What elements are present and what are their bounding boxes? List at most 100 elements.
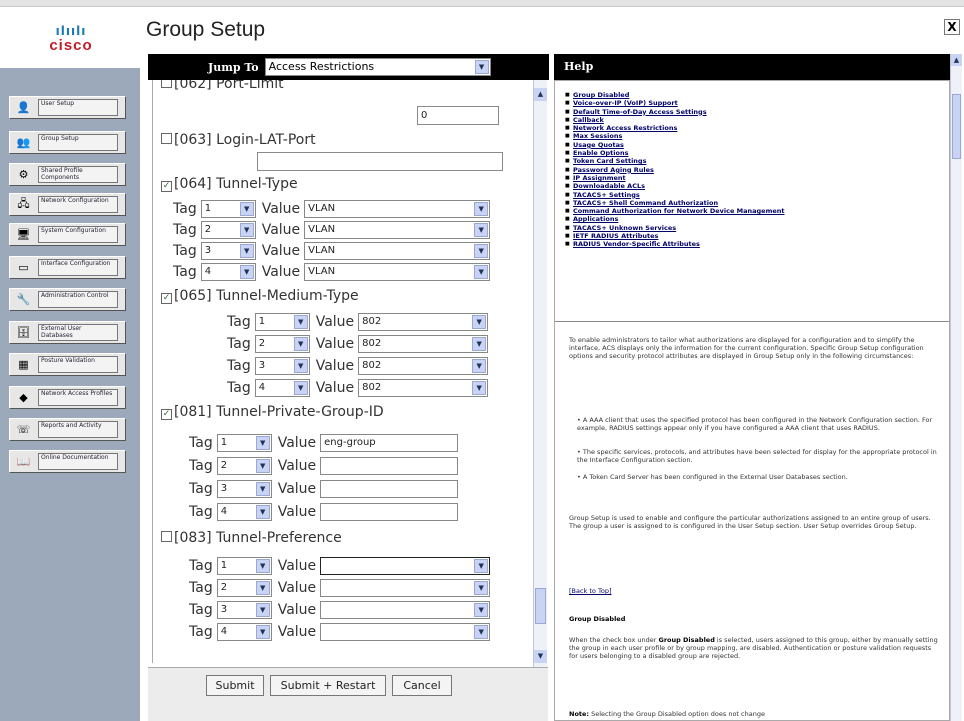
value-input[interactable] (320, 457, 459, 475)
chevron-down-icon[interactable]: ▼ (255, 436, 270, 450)
nav-posture[interactable]: ▦ Posture Validation (9, 353, 126, 376)
tag-select[interactable]: 2 ▼ (254, 335, 310, 353)
help-link[interactable]: Callback (565, 116, 945, 125)
value-input[interactable] (320, 503, 459, 521)
nav-network-config[interactable]: 🖧 Network Configuration (9, 193, 126, 216)
tag-select[interactable]: 1 ▼ (254, 313, 310, 331)
chevron-down-icon[interactable]: ▼ (255, 603, 270, 617)
chevron-down-icon[interactable]: ▼ (474, 202, 489, 216)
chevron-down-icon[interactable]: ▼ (472, 381, 487, 395)
value-select[interactable]: VLAN ▼ (304, 221, 491, 239)
nav-admin-control[interactable]: 🔧 Administration Control (9, 288, 126, 311)
chevron-down-icon[interactable]: ▼ (255, 559, 270, 573)
cancel-button[interactable]: Cancel (392, 675, 452, 696)
value-select[interactable]: ▼ (320, 579, 491, 597)
tag-select[interactable]: 2 ▼ (216, 457, 272, 475)
chevron-down-icon[interactable]: ▼ (255, 625, 270, 639)
value-select[interactable]: ▼ (320, 557, 491, 575)
help-link[interactable]: Password Aging Rules (565, 166, 945, 175)
port-limit-checkbox[interactable] (161, 80, 172, 88)
chevron-down-icon[interactable]: ▼ (293, 337, 308, 351)
help-link[interactable]: IP Assignment (565, 174, 945, 183)
help-scrollbar[interactable]: ▲ (950, 54, 962, 721)
jump-select[interactable]: Access Restrictions ▼ (264, 58, 491, 76)
chevron-down-icon[interactable]: ▼ (255, 482, 270, 496)
back-to-top-link[interactable]: [Back to Top] (569, 587, 941, 596)
value-select[interactable]: 802 ▼ (358, 379, 489, 397)
help-link[interactable]: Command Authorization for Network Device… (565, 207, 945, 216)
nav-documentation[interactable]: 📖 Online Documentation (9, 450, 126, 473)
value-select[interactable]: VLAN ▼ (304, 242, 491, 260)
chevron-down-icon[interactable]: ▼ (474, 60, 489, 74)
tag-select[interactable]: 4 ▼ (254, 379, 310, 397)
tunnel-private-checkbox[interactable]: ✓ (161, 409, 172, 420)
tag-select[interactable]: 1 ▼ (200, 200, 256, 218)
value-input[interactable]: eng-group (320, 434, 459, 452)
value-input[interactable] (320, 480, 459, 498)
chevron-down-icon[interactable]: ▼ (474, 265, 489, 279)
help-link[interactable]: Max Sessions (565, 132, 945, 141)
tag-select[interactable]: 1 ▼ (216, 557, 272, 575)
submit-button[interactable]: Submit (206, 675, 264, 696)
tag-select[interactable]: 2 ▼ (200, 221, 256, 239)
chevron-down-icon[interactable]: ▼ (474, 625, 489, 639)
tag-select[interactable]: 1 ▼ (216, 434, 272, 452)
nav-system-config[interactable]: 🖥 System Configuration (9, 223, 126, 246)
chevron-down-icon[interactable]: ▼ (474, 603, 489, 617)
help-link[interactable]: Usage Quotas (565, 141, 945, 150)
tag-select[interactable]: 3 ▼ (216, 480, 272, 498)
chevron-down-icon[interactable]: ▼ (474, 581, 489, 595)
help-link[interactable]: Applications (565, 215, 945, 224)
chevron-down-icon[interactable]: ▼ (239, 265, 254, 279)
nav-shared-profile[interactable]: ⚙ Shared Profile Components (9, 163, 126, 186)
tag-select[interactable]: 2 ▼ (216, 579, 272, 597)
value-select[interactable]: 802 ▼ (358, 313, 489, 331)
help-link[interactable]: Enable Options (565, 149, 945, 158)
chevron-down-icon[interactable]: ▼ (255, 581, 270, 595)
scroll-up-icon[interactable]: ▲ (951, 54, 962, 66)
login-lat-input[interactable] (257, 152, 503, 171)
chevron-down-icon[interactable]: ▼ (255, 459, 270, 473)
help-link[interactable]: Default Time-of-Day Access Settings (565, 108, 945, 117)
value-select[interactable]: VLAN ▼ (304, 263, 491, 281)
value-select[interactable]: VLAN ▼ (304, 200, 491, 218)
chevron-down-icon[interactable]: ▼ (293, 315, 308, 329)
help-link[interactable]: Group Disabled (565, 91, 945, 100)
tag-select[interactable]: 3 ▼ (200, 242, 256, 260)
nav-external-db[interactable]: 🗄 External User Databases (9, 321, 126, 344)
chevron-down-icon[interactable]: ▼ (472, 359, 487, 373)
chevron-down-icon[interactable]: ▼ (239, 202, 254, 216)
scroll-up-icon[interactable]: ▲ (534, 88, 547, 101)
chevron-down-icon[interactable]: ▼ (293, 359, 308, 373)
help-link[interactable]: RADIUS Vendor-Specific Attributes (565, 240, 945, 249)
nav-reports[interactable]: ☏ Reports and Activity (9, 418, 126, 441)
help-link[interactable]: IETF RADIUS Attributes (565, 232, 945, 241)
chevron-down-icon[interactable]: ▼ (472, 315, 487, 329)
nav-group-setup[interactable]: 👥 Group Setup (9, 131, 126, 154)
port-limit-input[interactable]: 0 (417, 106, 499, 125)
tag-select[interactable]: 4 ▼ (216, 503, 272, 521)
scroll-down-icon[interactable]: ▼ (534, 650, 547, 663)
nav-user-setup[interactable]: 👤 User Setup (9, 96, 126, 119)
tunnel-pref-checkbox[interactable] (161, 531, 172, 542)
submit-restart-button[interactable]: Submit + Restart (270, 675, 386, 696)
chevron-down-icon[interactable]: ▼ (239, 244, 254, 258)
tag-select[interactable]: 4 ▼ (216, 623, 272, 641)
value-select[interactable]: ▼ (320, 623, 491, 641)
tag-select[interactable]: 3 ▼ (254, 357, 310, 375)
scroll-thumb[interactable] (535, 588, 546, 624)
tunnel-type-checkbox[interactable]: ✓ (161, 181, 172, 192)
help-link[interactable]: Voice-over-IP (VoIP) Support (565, 99, 945, 108)
tag-select[interactable]: 4 ▼ (200, 263, 256, 281)
help-link[interactable]: Downloadable ACLs (565, 182, 945, 191)
chevron-down-icon[interactable]: ▼ (293, 381, 308, 395)
help-link[interactable]: Network Access Restrictions (565, 124, 945, 133)
close-icon[interactable]: X (944, 19, 960, 35)
chevron-down-icon[interactable]: ▼ (239, 223, 254, 237)
chevron-down-icon[interactable]: ▼ (472, 337, 487, 351)
help-link[interactable]: Token Card Settings (565, 157, 945, 166)
tunnel-medium-checkbox[interactable]: ✓ (161, 293, 172, 304)
value-select[interactable]: 802 ▼ (358, 335, 489, 353)
login-lat-checkbox[interactable] (161, 133, 172, 144)
chevron-down-icon[interactable]: ▼ (474, 223, 489, 237)
